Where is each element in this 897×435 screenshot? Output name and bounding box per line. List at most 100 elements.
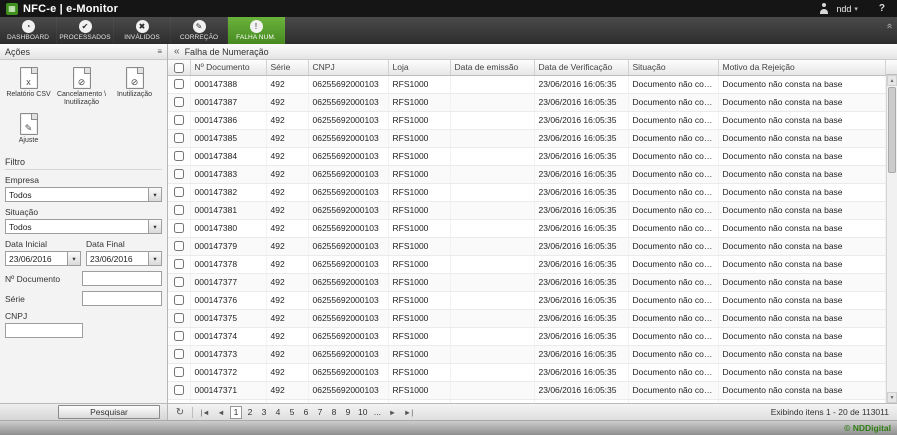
col-loja[interactable]: Loja [388, 60, 450, 75]
tab-invalidos[interactable]: ✖INVÁLIDOS [114, 17, 171, 44]
row-checkbox[interactable] [174, 151, 184, 161]
cell-serie: 492 [266, 75, 308, 93]
table-row[interactable]: 00014737549206255692000103RFS100023/06/2… [168, 309, 886, 327]
actions-menu-icon[interactable]: ≡ [157, 47, 162, 56]
table-row[interactable]: 00014737749206255692000103RFS100023/06/2… [168, 273, 886, 291]
tab-correcao[interactable]: ✎CORREÇÃO [171, 17, 228, 44]
page-button-6[interactable]: 6 [300, 406, 312, 419]
select-all-checkbox[interactable] [174, 63, 184, 73]
table-row[interactable]: 00014737649206255692000103RFS100023/06/2… [168, 291, 886, 309]
page-button-1[interactable]: 1 [230, 406, 242, 419]
page-button-9[interactable]: 9 [342, 406, 354, 419]
refresh-icon[interactable]: ↻ [173, 406, 187, 419]
help-button[interactable]: ? [879, 3, 885, 14]
cell-emissao [450, 129, 534, 147]
scroll-down-icon[interactable]: ▼ [887, 392, 897, 403]
row-checkbox[interactable] [174, 295, 184, 305]
table-row[interactable]: 00014737849206255692000103RFS100023/06/2… [168, 255, 886, 273]
table-row[interactable]: 00014738749206255692000103RFS100023/06/2… [168, 93, 886, 111]
page-button-7[interactable]: 7 [314, 406, 326, 419]
table-row[interactable]: 00014738149206255692000103RFS100023/06/2… [168, 201, 886, 219]
tab-label: FALHA NUM. [236, 34, 276, 41]
page-button-2[interactable]: 2 [244, 406, 256, 419]
row-checkbox[interactable] [174, 367, 184, 377]
data-final-field[interactable]: 23/06/2016 ▾ [86, 251, 162, 266]
actions-grid: xRelatório CSV⊘Cancelamento \ Inutilizaç… [0, 60, 167, 150]
cell-documento: 000147384 [190, 147, 266, 165]
scrollbar-thumb[interactable] [888, 87, 896, 173]
action-relatorio-csv[interactable]: xRelatório CSV [2, 64, 55, 110]
row-checkbox[interactable] [174, 205, 184, 215]
tab-dashboard[interactable]: ◔DASHBOARD [0, 17, 57, 44]
col-serie[interactable]: Série [266, 60, 308, 75]
page-button-4[interactable]: 4 [272, 406, 284, 419]
prev-page-button[interactable]: ◄ [214, 406, 228, 419]
row-checkbox[interactable] [174, 97, 184, 107]
row-checkbox[interactable] [174, 259, 184, 269]
search-button[interactable]: Pesquisar [58, 405, 160, 419]
row-checkbox[interactable] [174, 223, 184, 233]
col-emissao[interactable]: Data de emissão [450, 60, 534, 75]
row-checkbox[interactable] [174, 133, 184, 143]
row-checkbox[interactable] [174, 313, 184, 323]
row-checkbox[interactable] [174, 277, 184, 287]
col-motivo[interactable]: Motivo da Rejeição [718, 60, 886, 75]
table-row[interactable]: 00014737149206255692000103RFS100023/06/2… [168, 381, 886, 399]
col-verificacao[interactable]: Data de Verificação [534, 60, 628, 75]
row-checkbox[interactable] [174, 187, 184, 197]
page-button-3[interactable]: 3 [258, 406, 270, 419]
table-row[interactable]: 00014738649206255692000103RFS100023/06/2… [168, 111, 886, 129]
next-page-button[interactable]: ► [385, 406, 399, 419]
situacao-select[interactable]: Todos ▾ [5, 219, 162, 234]
col-cnpj[interactable]: CNPJ [308, 60, 388, 75]
cell-verificacao: 23/06/2016 16:05:35 [534, 291, 628, 309]
table-row[interactable]: 00014738049206255692000103RFS100023/06/2… [168, 219, 886, 237]
col-situacao[interactable]: Situação [628, 60, 718, 75]
table-row[interactable]: 00014737349206255692000103RFS100023/06/2… [168, 345, 886, 363]
cell-loja: RFS1000 [388, 291, 450, 309]
ribbon-collapse-icon[interactable]: « [884, 23, 895, 38]
row-checkbox[interactable] [174, 241, 184, 251]
tab-falha-num[interactable]: !FALHA NUM. [228, 17, 285, 44]
first-page-button[interactable]: |◄ [198, 406, 212, 419]
cell-serie: 492 [266, 183, 308, 201]
col-documento[interactable]: Nº Documento [190, 60, 266, 75]
table-row[interactable]: 00014738249206255692000103RFS100023/06/2… [168, 183, 886, 201]
cnpj-input[interactable] [5, 323, 83, 338]
action-inutilizacao[interactable]: ⊘Inutilização [108, 64, 161, 110]
row-checkbox[interactable] [174, 385, 184, 395]
action-cancelamento-inutilizacao[interactable]: ⊘Cancelamento \ Inutilização [55, 64, 108, 110]
action-ajuste[interactable]: ✎Ajuste [2, 110, 55, 148]
serie-input[interactable] [82, 291, 162, 306]
page-button-10[interactable]: 10 [356, 406, 369, 419]
documento-input[interactable] [82, 271, 162, 286]
cell-emissao [450, 165, 534, 183]
cell-documento: 000147375 [190, 309, 266, 327]
page-button-8[interactable]: 8 [328, 406, 340, 419]
table-row[interactable]: 00014737049206255692000103RFS100023/06/2… [168, 399, 886, 403]
row-checkbox[interactable] [174, 79, 184, 89]
scrollbar-track[interactable] [887, 86, 897, 392]
user-menu[interactable]: ndd ▾ [836, 4, 858, 14]
table-row[interactable]: 00014737949206255692000103RFS100023/06/2… [168, 237, 886, 255]
row-checkbox[interactable] [174, 349, 184, 359]
row-checkbox[interactable] [174, 115, 184, 125]
scroll-up-icon[interactable]: ▲ [887, 75, 897, 86]
table-row[interactable]: 00014738449206255692000103RFS100023/06/2… [168, 147, 886, 165]
page-button-5[interactable]: 5 [286, 406, 298, 419]
table-row[interactable]: 00014738349206255692000103RFS100023/06/2… [168, 165, 886, 183]
table-row[interactable]: 00014738849206255692000103RFS100023/06/2… [168, 75, 886, 93]
collapse-sidebar-icon[interactable]: « [174, 46, 180, 57]
last-page-button[interactable]: ►| [401, 406, 415, 419]
table-row[interactable]: 00014737449206255692000103RFS100023/06/2… [168, 327, 886, 345]
cell-emissao [450, 363, 534, 381]
row-checkbox[interactable] [174, 169, 184, 179]
table-row[interactable]: 00014737249206255692000103RFS100023/06/2… [168, 363, 886, 381]
cell-verificacao: 23/06/2016 16:05:35 [534, 75, 628, 93]
tab-processados[interactable]: ✔PROCESSADOS [57, 17, 114, 44]
table-row[interactable]: 00014738549206255692000103RFS100023/06/2… [168, 129, 886, 147]
empresa-select[interactable]: Todos ▾ [5, 187, 162, 202]
vertical-scrollbar[interactable]: ▲ ▼ [886, 75, 897, 403]
row-checkbox[interactable] [174, 331, 184, 341]
data-inicial-field[interactable]: 23/06/2016 ▾ [5, 251, 81, 266]
